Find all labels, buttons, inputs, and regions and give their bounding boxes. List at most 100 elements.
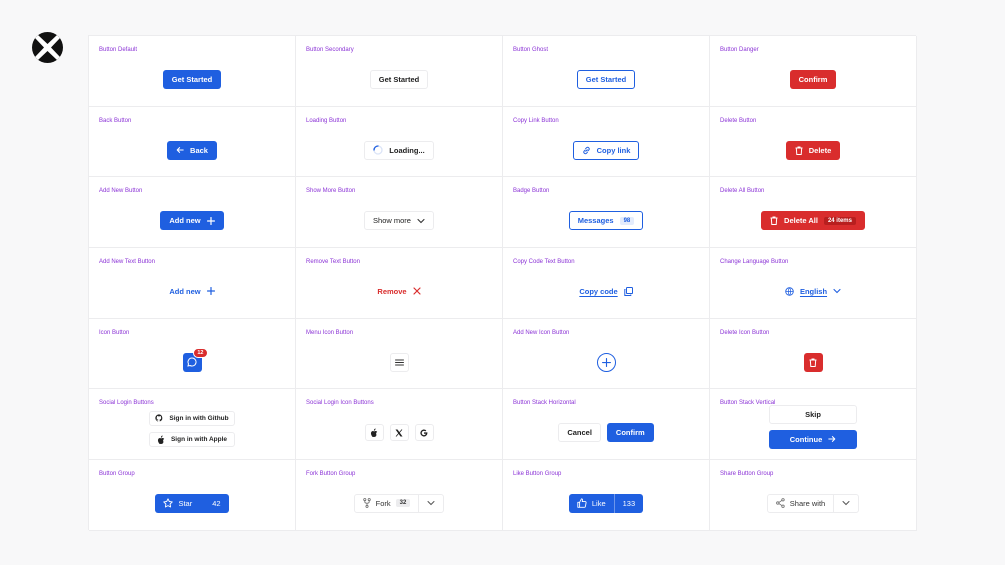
plus-icon bbox=[601, 357, 611, 367]
google-login-button[interactable] bbox=[414, 424, 434, 442]
x-login-button[interactable] bbox=[389, 424, 409, 442]
cell-back-button: Back Button Back bbox=[89, 106, 296, 178]
share-button[interactable]: Share with bbox=[768, 495, 833, 512]
get-started-ghost-button[interactable]: Get Started bbox=[576, 69, 636, 89]
add-new-label: Add new bbox=[169, 216, 201, 226]
cell-label: Copy Code Text Button bbox=[513, 259, 575, 266]
cell-copy-link-button: Copy Link Button Copy link bbox=[503, 106, 710, 178]
cell-label: Button Danger bbox=[720, 47, 759, 53]
menu-icon-button[interactable] bbox=[389, 352, 409, 372]
cell-delete-button: Delete Button Delete bbox=[710, 106, 917, 178]
add-new-icon-button[interactable] bbox=[596, 352, 616, 372]
get-started-secondary-button[interactable]: Get Started bbox=[369, 69, 429, 89]
cell-label: Copy Link Button bbox=[513, 117, 559, 124]
cell-button-group: Button Group Star 42 bbox=[89, 460, 296, 531]
delete-button[interactable]: Delete bbox=[785, 140, 841, 160]
skip-button[interactable]: Skip bbox=[769, 404, 857, 424]
cell-button-danger: Button Danger Confirm bbox=[710, 36, 917, 107]
spinner-icon bbox=[373, 145, 383, 155]
messages-count-badge: 98 bbox=[619, 216, 635, 225]
delete-all-button[interactable]: Delete All 24 items bbox=[761, 211, 865, 231]
cell-label: Add New Text Button bbox=[99, 259, 155, 266]
chevron-down-icon bbox=[842, 500, 850, 506]
cell-label: Add New Icon Button bbox=[513, 329, 570, 336]
cell-label: Menu Icon Button bbox=[306, 329, 354, 336]
cell-button-stack-horizontal: Button Stack Horizontal Cancel Confirm bbox=[503, 389, 710, 461]
share-label: Share with bbox=[789, 498, 826, 508]
cell-add-new-text-button: Add New Text Button Add new bbox=[89, 248, 296, 319]
chevron-down-icon bbox=[427, 500, 435, 506]
cancel-button[interactable]: Cancel bbox=[558, 423, 601, 443]
brand-logo-icon bbox=[32, 32, 63, 63]
cell-delete-all-button: Delete All Button Delete All 24 items bbox=[710, 177, 917, 249]
cell-label: Add New Button bbox=[99, 188, 143, 195]
fork-button-group[interactable]: Fork 32 bbox=[353, 493, 445, 513]
like-button-group[interactable]: Like 133 bbox=[568, 493, 644, 513]
cell-add-new-button: Add New Button Add new bbox=[89, 177, 296, 249]
cell-label: Change Language Button bbox=[720, 259, 789, 266]
cell-label: Remove Text Button bbox=[306, 259, 360, 266]
cell-label: Delete Icon Button bbox=[720, 329, 770, 336]
add-new-text-button[interactable]: Add new bbox=[160, 282, 223, 301]
copy-icon bbox=[623, 286, 633, 296]
close-icon bbox=[412, 287, 421, 296]
github-icon bbox=[155, 414, 163, 422]
sign-in-apple-button[interactable]: Sign in with Apple bbox=[149, 431, 235, 447]
apple-login-button[interactable] bbox=[364, 424, 384, 442]
confirm-button[interactable]: Confirm bbox=[606, 423, 654, 443]
cell-share-button-group: Share Button Group Share with bbox=[710, 460, 917, 531]
like-button[interactable]: Like bbox=[569, 494, 614, 513]
arrow-right-icon bbox=[828, 435, 836, 443]
remove-text-button[interactable]: Remove bbox=[368, 282, 429, 301]
add-new-button[interactable]: Add new bbox=[160, 211, 224, 231]
copy-code-label: Copy code bbox=[579, 286, 618, 296]
notification-count-badge: 12 bbox=[193, 347, 208, 358]
delete-icon-button[interactable] bbox=[803, 352, 823, 372]
trash-icon bbox=[770, 216, 778, 226]
cell-copy-code-button: Copy Code Text Button Copy code bbox=[503, 248, 710, 319]
continue-button[interactable]: Continue bbox=[769, 429, 857, 449]
fork-count-badge: 32 bbox=[395, 499, 411, 508]
cell-change-language-button: Change Language Button English bbox=[710, 248, 917, 319]
star-label: Star bbox=[178, 498, 193, 508]
cell-badge-button: Badge Button Messages 98 bbox=[503, 177, 710, 249]
get-started-button[interactable]: Get Started bbox=[162, 69, 222, 89]
add-new-text-label: Add new bbox=[169, 286, 201, 296]
change-language-button[interactable]: English bbox=[776, 282, 850, 301]
chat-icon-button[interactable]: 12 bbox=[182, 347, 208, 372]
cell-delete-icon-button: Delete Icon Button bbox=[710, 318, 917, 390]
confirm-button[interactable]: Confirm bbox=[789, 69, 837, 89]
share-icon bbox=[775, 498, 785, 509]
trash-icon bbox=[809, 358, 817, 367]
loading-button-label: Loading... bbox=[389, 145, 425, 155]
messages-button[interactable]: Messages 98 bbox=[568, 211, 644, 231]
cell-label: Delete All Button bbox=[720, 188, 765, 195]
cell-fork-button-group: Fork Button Group Fork 32 bbox=[296, 460, 503, 531]
items-count-badge: 24 items bbox=[823, 216, 856, 225]
fork-dropdown-button[interactable] bbox=[418, 494, 443, 512]
cell-label: Delete Button bbox=[720, 117, 757, 124]
share-button-group[interactable]: Share with bbox=[766, 493, 860, 513]
fork-button[interactable]: Fork 32 bbox=[355, 495, 419, 512]
copy-code-button[interactable]: Copy code bbox=[570, 282, 641, 301]
apple-label: Sign in with Apple bbox=[170, 435, 228, 443]
share-dropdown-button[interactable] bbox=[833, 494, 858, 512]
fork-label: Fork bbox=[375, 498, 391, 508]
sign-in-github-button[interactable]: Sign in with Github bbox=[149, 410, 235, 426]
star-button[interactable]: Star bbox=[155, 494, 200, 513]
cell-label: Back Button bbox=[99, 117, 132, 124]
cell-label: Button Default bbox=[99, 47, 138, 53]
plus-icon bbox=[206, 216, 215, 225]
fork-icon bbox=[362, 498, 371, 509]
apple-icon bbox=[157, 435, 165, 444]
show-more-button[interactable]: Show more bbox=[364, 211, 434, 231]
loading-button[interactable]: Loading... bbox=[364, 140, 434, 160]
copy-link-button[interactable]: Copy link bbox=[572, 140, 640, 160]
chevron-down-icon bbox=[833, 288, 841, 294]
like-count: 133 bbox=[613, 493, 644, 513]
apple-icon bbox=[370, 428, 378, 438]
cell-icon-button: Icon Button 12 bbox=[89, 318, 296, 390]
trash-icon bbox=[795, 146, 803, 155]
back-button[interactable]: Back bbox=[167, 140, 217, 160]
star-button-group[interactable]: Star 42 bbox=[155, 493, 229, 513]
